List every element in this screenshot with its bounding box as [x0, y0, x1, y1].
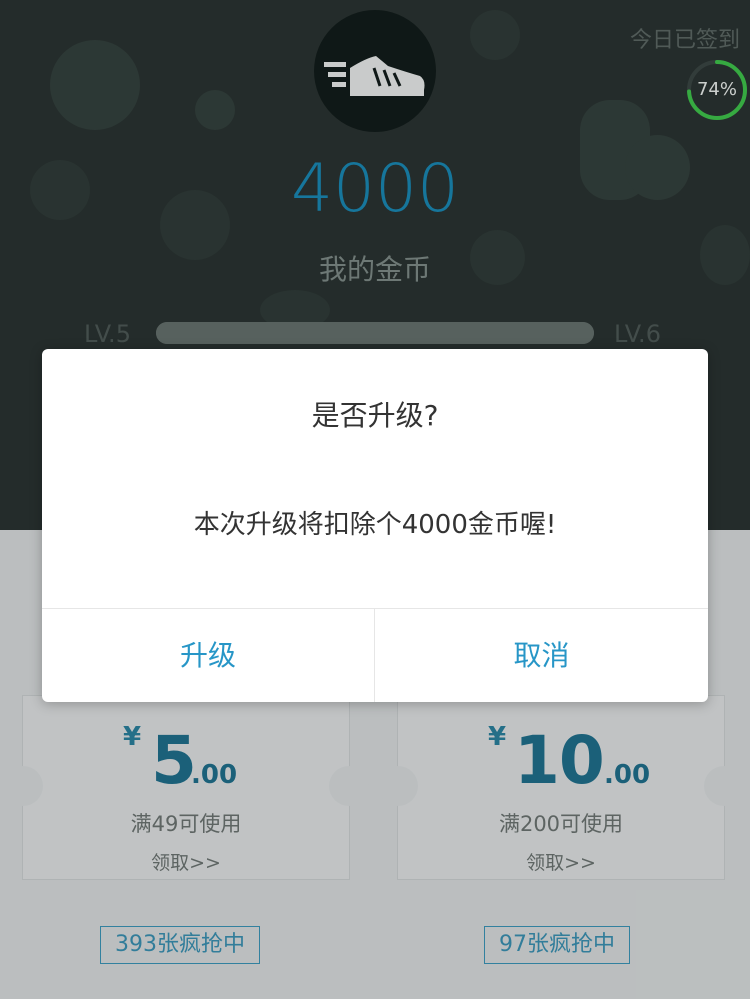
dialog-title: 是否升级? [311, 399, 439, 432]
upgrade-button[interactable]: 升级 [42, 609, 374, 702]
dialog-message: 本次升级将扣除个4000金币喔! [193, 510, 557, 540]
cancel-button[interactable]: 取消 [375, 609, 708, 702]
upgrade-dialog: 是否升级? 本次升级将扣除个4000金币喔! 升级 取消 [42, 349, 708, 702]
